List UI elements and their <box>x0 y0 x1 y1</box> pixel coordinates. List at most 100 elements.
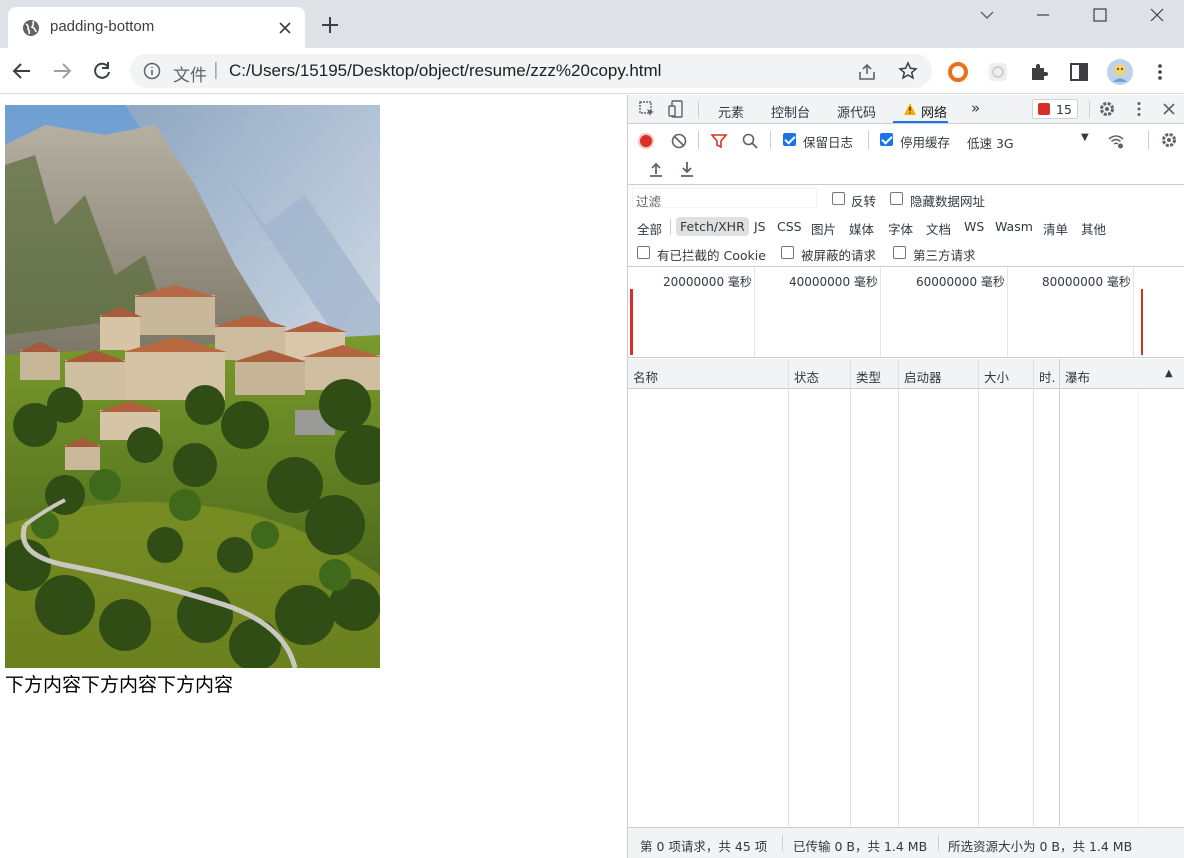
close-tab-icon[interactable] <box>276 19 294 37</box>
column-divider[interactable] <box>898 359 899 826</box>
throttling-dropdown-icon[interactable]: ▼ <box>1081 132 1089 143</box>
back-icon[interactable] <box>11 60 33 82</box>
extensions-puzzle-icon[interactable] <box>1028 61 1050 83</box>
side-panel-icon[interactable] <box>1068 61 1090 83</box>
column-divider[interactable] <box>978 359 979 826</box>
sort-ascending-icon[interactable]: ▲ <box>1165 368 1173 379</box>
record-button[interactable] <box>638 133 654 149</box>
inspect-element-icon[interactable] <box>638 100 656 118</box>
landscape-image <box>5 105 380 668</box>
tab-sources[interactable]: 源代码 <box>837 102 876 121</box>
tab-divider <box>698 101 699 118</box>
overview-gridline <box>754 267 755 357</box>
type-filter-font[interactable]: 字体 <box>884 217 917 240</box>
more-tabs-icon[interactable]: » <box>971 99 980 117</box>
filter-placeholder: 过滤 <box>636 194 662 209</box>
type-filter-manifest[interactable]: 清单 <box>1039 217 1072 240</box>
tab-search-icon[interactable] <box>975 6 999 24</box>
disable-cache-checkbox[interactable] <box>880 133 893 146</box>
column-time[interactable]: 时. <box>1039 367 1055 386</box>
window-close-icon[interactable] <box>1145 6 1169 24</box>
browser-tab[interactable]: padding-bottom <box>8 7 305 48</box>
profile-avatar[interactable] <box>1106 58 1134 86</box>
column-divider[interactable] <box>850 359 851 826</box>
bookmark-star-icon[interactable] <box>898 61 918 81</box>
clear-icon[interactable] <box>670 132 688 150</box>
column-initiator[interactable]: 启动器 <box>904 367 942 386</box>
hide-data-urls-label: 隐藏数据网址 <box>910 194 986 209</box>
hide-data-urls-checkbox[interactable] <box>890 192 903 205</box>
load-marker-left <box>630 289 633 355</box>
tab-network[interactable]: 网络 <box>921 102 947 121</box>
maximize-icon[interactable] <box>1088 6 1112 24</box>
scheme-separator: | <box>213 60 219 80</box>
search-icon[interactable] <box>741 132 759 150</box>
invert-label: 反转 <box>851 194 877 209</box>
url-text[interactable]: C:/Users/15195/Desktop/object/resume/zzz… <box>229 61 661 81</box>
third-party-label: 第三方请求 <box>913 248 976 263</box>
column-divider[interactable] <box>788 359 789 826</box>
resources-text: 所选资源大小为 0 B，共 1.4 MB <box>948 839 1133 854</box>
active-tab-indicator <box>893 121 948 123</box>
more-menu-icon[interactable] <box>1149 61 1171 83</box>
extension-grid-icon[interactable] <box>987 61 1009 83</box>
column-name[interactable]: 名称 <box>633 367 658 386</box>
warning-icon <box>904 103 916 115</box>
type-filter-other[interactable]: 其他 <box>1077 217 1110 240</box>
tab-console[interactable]: 控制台 <box>771 102 810 121</box>
tab-elements[interactable]: 元素 <box>718 102 744 121</box>
network-conditions-icon[interactable] <box>1107 132 1125 150</box>
type-filter-all[interactable]: 全部 <box>633 217 666 240</box>
overview-tick-label: 60000000 毫秒 <box>916 275 1005 289</box>
type-filter-js[interactable]: JS <box>750 217 770 236</box>
column-status[interactable]: 状态 <box>794 367 819 386</box>
filter-input[interactable]: 过滤 <box>632 188 817 209</box>
disable-cache-label: 停用缓存 <box>900 135 951 150</box>
timeline-overview[interactable]: 20000000 毫秒 40000000 毫秒 60000000 毫秒 8000… <box>628 266 1184 358</box>
filter-icon[interactable] <box>710 132 728 150</box>
invert-checkbox[interactable] <box>832 192 845 205</box>
type-divider <box>670 219 671 235</box>
blocked-requests-label: 被屏蔽的请求 <box>801 248 877 263</box>
browser-toolbar: 文件 | C:/Users/15195/Desktop/object/resum… <box>0 48 1184 94</box>
customize-menu-icon[interactable] <box>1130 100 1148 118</box>
column-divider[interactable] <box>1059 359 1060 826</box>
column-waterfall[interactable]: 瀑布 <box>1065 367 1090 386</box>
overview-tick-label: 80000000 毫秒 <box>1042 275 1131 289</box>
import-har-icon[interactable] <box>647 160 665 178</box>
third-party-checkbox[interactable] <box>893 246 906 259</box>
reload-icon[interactable] <box>91 60 113 82</box>
forward-icon[interactable] <box>51 60 73 82</box>
type-filter-media[interactable]: 媒体 <box>845 217 878 240</box>
type-filter-ws[interactable]: WS <box>960 217 988 236</box>
type-filter-css[interactable]: CSS <box>773 217 806 236</box>
new-tab-icon[interactable] <box>320 15 340 35</box>
waterfall-gridline <box>1138 389 1139 826</box>
column-type[interactable]: 类型 <box>856 367 881 386</box>
overview-gridline <box>880 267 881 357</box>
type-filter-fetch-xhr[interactable]: Fetch/XHR <box>676 217 749 236</box>
throttling-select[interactable]: 低速 3G <box>967 133 1014 152</box>
info-icon[interactable] <box>143 62 161 80</box>
minimize-icon[interactable] <box>1031 6 1055 24</box>
column-divider[interactable] <box>1033 359 1034 826</box>
overview-tick-label: 20000000 毫秒 <box>663 275 752 289</box>
type-filter-doc[interactable]: 文档 <box>922 217 955 240</box>
extension-ring-icon[interactable] <box>947 61 969 83</box>
column-size[interactable]: 大小 <box>984 367 1009 386</box>
address-bar[interactable]: 文件 | C:/Users/15195/Desktop/object/resum… <box>130 54 932 88</box>
close-devtools-icon[interactable] <box>1160 100 1178 118</box>
network-settings-gear-icon[interactable] <box>1160 131 1178 149</box>
type-filter-img[interactable]: 图片 <box>807 217 840 240</box>
blocked-requests-checkbox[interactable] <box>781 246 794 259</box>
toolbar-divider <box>868 131 869 149</box>
share-icon[interactable] <box>857 62 877 82</box>
blocked-cookies-checkbox[interactable] <box>637 246 650 259</box>
export-har-icon[interactable] <box>678 160 696 178</box>
settings-gear-icon[interactable] <box>1098 100 1116 118</box>
preserve-log-checkbox[interactable] <box>783 133 796 146</box>
device-toolbar-icon[interactable] <box>668 100 686 118</box>
error-count-badge[interactable]: 15 <box>1032 99 1078 119</box>
type-filter-wasm[interactable]: Wasm <box>991 217 1037 236</box>
toolbar-border <box>628 184 1184 185</box>
